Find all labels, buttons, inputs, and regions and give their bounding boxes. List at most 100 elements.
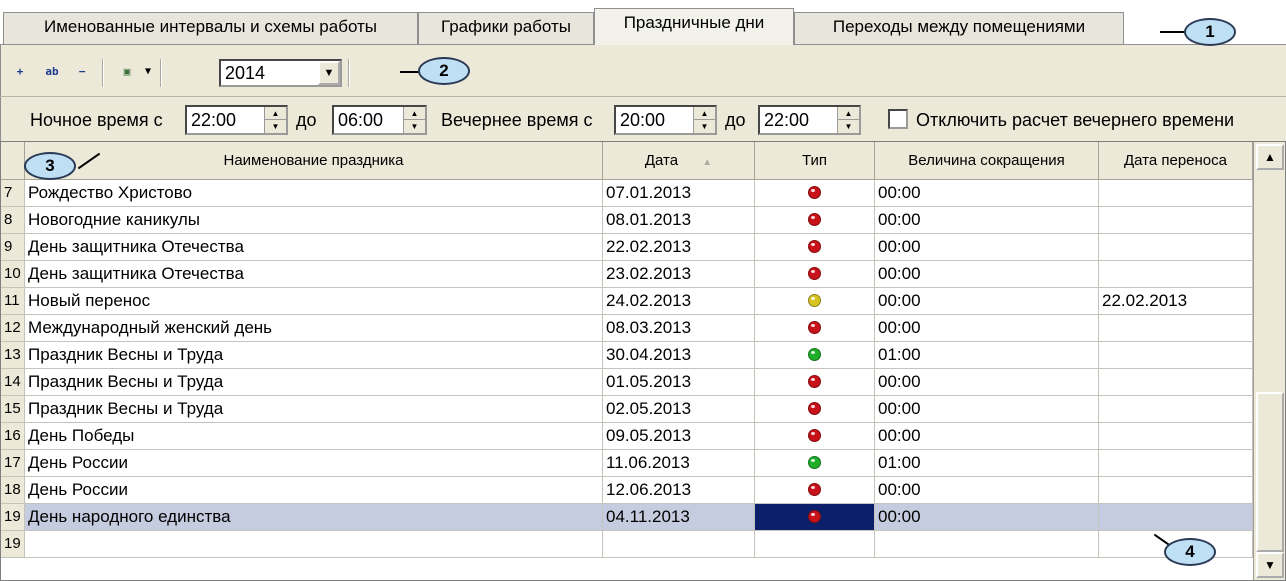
holiday-name-cell[interactable]: День России [25,477,603,504]
transfer-date-cell[interactable] [1099,234,1253,261]
evening-from-spinner[interactable]: ▲ ▼ [693,107,715,133]
transfer-date-cell[interactable] [1099,261,1253,288]
header-reduction[interactable]: Величина сокращения [875,142,1099,180]
table-row[interactable]: 16 День Победы 09.05.2013 00:00 [1,423,1253,450]
type-cell[interactable] [755,207,875,234]
date-cell[interactable]: 04.11.2013 [603,504,755,531]
scroll-down-button[interactable]: ▼ [1256,552,1284,578]
evening-from-field[interactable]: 20:00 ▲ ▼ [614,105,717,135]
date-cell[interactable]: 22.02.2013 [603,234,755,261]
reduction-cell[interactable]: 00:00 [875,423,1099,450]
reduction-cell[interactable]: 00:00 [875,207,1099,234]
evening-to-spinner[interactable]: ▲ ▼ [837,107,859,133]
holiday-name-cell[interactable]: Международный женский день [25,315,603,342]
reduction-cell[interactable]: 00:00 [875,504,1099,531]
holiday-name-cell[interactable]: День Победы [25,423,603,450]
holiday-name-cell[interactable]: День России [25,450,603,477]
table-row[interactable]: 14 Праздник Весны и Труда 01.05.2013 00:00 [1,369,1253,396]
table-row[interactable]: 15 Праздник Весны и Труда 02.05.2013 00:00 [1,396,1253,423]
table-row[interactable]: 17 День России 11.06.2013 01:00 [1,450,1253,477]
header-holiday-name[interactable]: Наименование праздника [25,142,603,180]
date-cell[interactable]: 11.06.2013 [603,450,755,477]
date-cell[interactable]: 23.02.2013 [603,261,755,288]
row-number-cell[interactable]: 15 [1,396,25,423]
transfer-date-cell[interactable] [1099,342,1253,369]
scroll-up-button[interactable]: ▲ [1256,144,1284,170]
table-row[interactable]: 7 Рождество Христово 07.01.2013 00:00 [1,180,1253,207]
year-dropdown-button[interactable]: ▼ [318,61,340,85]
table-row[interactable]: 13 Праздник Весны и Труда 30.04.2013 01:00 [1,342,1253,369]
year-select[interactable]: 2014 ▼ [219,59,342,87]
type-cell[interactable] [755,396,875,423]
date-cell[interactable]: 02.05.2013 [603,396,755,423]
holiday-name-cell[interactable]: Рождество Христово [25,180,603,207]
reduction-cell[interactable]: 00:00 [875,396,1099,423]
evening-to-field[interactable]: 22:00 ▲ ▼ [758,105,861,135]
image-icon[interactable]: ▣ [116,62,138,82]
transfer-date-cell[interactable] [1099,504,1253,531]
holiday-name-cell[interactable]: День народного единства [25,504,603,531]
reduction-cell[interactable] [875,531,1099,558]
transfer-date-cell[interactable] [1099,477,1253,504]
row-number-cell[interactable]: 18 [1,477,25,504]
table-row[interactable]: 19 ▶День народного единства04.11.2013 00:… [1,504,1253,531]
date-cell[interactable]: 30.04.2013 [603,342,755,369]
date-cell[interactable]: 08.01.2013 [603,207,755,234]
holiday-name-cell[interactable]: День защитника Отечества [25,234,603,261]
transfer-date-cell[interactable] [1099,423,1253,450]
type-cell[interactable] [755,450,875,477]
date-cell[interactable]: 07.01.2013 [603,180,755,207]
tab-named-intervals[interactable]: Именованные интервалы и схемы работы [3,12,418,44]
transfer-date-cell[interactable] [1099,369,1253,396]
type-cell[interactable] [755,315,875,342]
table-row[interactable]: 10 День защитника Отечества 23.02.2013 00:0… [1,261,1253,288]
date-cell[interactable]: 08.03.2013 [603,315,755,342]
holiday-name-cell[interactable]: Праздник Весны и Труда [25,342,603,369]
row-number-cell[interactable]: 19 [1,531,25,558]
transfer-date-cell[interactable] [1099,315,1253,342]
row-number-cell[interactable]: 17 [1,450,25,477]
reduction-cell[interactable]: 00:00 [875,477,1099,504]
transfer-date-cell[interactable]: 22.02.2013 [1099,288,1253,315]
table-row[interactable]: 11 Новый перенос 24.02.2013 00:00 22.02.2013 [1,288,1253,315]
holiday-name-cell[interactable] [25,531,603,558]
type-cell[interactable] [755,504,875,531]
row-number-cell[interactable]: 10 [1,261,25,288]
tab-work-schedules[interactable]: Графики работы [418,12,594,44]
header-transfer-date[interactable]: Дата переноса [1099,142,1253,180]
holiday-name-cell[interactable]: Новый перенос [25,288,603,315]
type-cell[interactable] [755,342,875,369]
table-row[interactable]: 19 [1,531,1253,558]
night-to-spinner[interactable]: ▲ ▼ [403,107,425,133]
reduction-cell[interactable]: 00:00 [875,180,1099,207]
row-number-cell[interactable]: 9 [1,234,25,261]
delete-row-icon[interactable]: − [72,62,92,82]
transfer-date-cell[interactable] [1099,180,1253,207]
type-cell[interactable] [755,234,875,261]
date-cell[interactable]: 24.02.2013 [603,288,755,315]
type-cell[interactable] [755,423,875,450]
reduction-cell[interactable]: 00:00 [875,369,1099,396]
row-number-cell[interactable]: 19 ▶ [1,504,25,531]
tab-holidays[interactable]: Праздничные дни [594,8,794,45]
date-cell[interactable] [603,531,755,558]
row-number-cell[interactable]: 16 [1,423,25,450]
row-number-cell[interactable]: 13 [1,342,25,369]
transfer-date-cell[interactable] [1099,396,1253,423]
type-cell[interactable] [755,180,875,207]
table-row[interactable]: 12 Международный женский день 08.03.2013 00… [1,315,1253,342]
night-from-field[interactable]: 22:00 ▲ ▼ [185,105,288,135]
type-cell[interactable] [755,261,875,288]
scroll-thumb[interactable] [1256,392,1284,552]
row-number-cell[interactable]: 8 [1,207,25,234]
row-number-cell[interactable]: 7 [1,180,25,207]
type-cell[interactable] [755,531,875,558]
chevron-down-icon[interactable]: ▼ [140,62,156,82]
holiday-name-cell[interactable]: День защитника Отечества [25,261,603,288]
night-from-spinner[interactable]: ▲ ▼ [264,107,286,133]
row-number-cell[interactable]: 14 [1,369,25,396]
row-number-cell[interactable]: 12 [1,315,25,342]
date-cell[interactable]: 01.05.2013 [603,369,755,396]
vertical-scrollbar[interactable]: ▲ ▼ [1253,142,1285,580]
disable-evening-checkbox[interactable] [888,109,908,129]
